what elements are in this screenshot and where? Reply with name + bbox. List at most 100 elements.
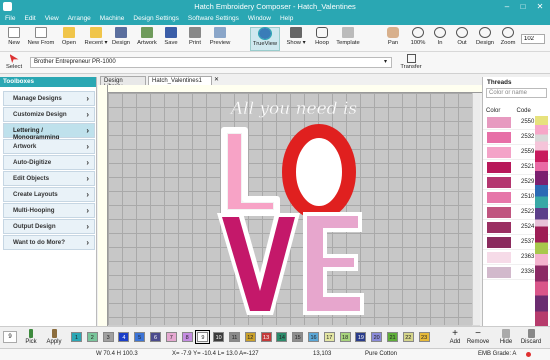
thread-swatch	[487, 206, 511, 218]
recent-button[interactable]: Recent ▾	[82, 27, 110, 51]
save-icon	[165, 27, 177, 38]
thread-swatch	[487, 251, 511, 263]
color-chip[interactable]: 2	[86, 332, 98, 342]
color-chip[interactable]: 16	[308, 332, 319, 342]
toolbox-edit-objects[interactable]: › Edit Objects	[3, 171, 95, 186]
maximize-icon[interactable]: □	[516, 1, 530, 12]
artwork-button[interactable]: Artwork	[134, 27, 160, 51]
remove-button[interactable]: − Remove	[466, 328, 490, 346]
eye-icon	[258, 27, 272, 40]
thread-code: 2363	[521, 254, 535, 260]
toolbox-auto-digitize[interactable]: › Auto-Digitize	[3, 155, 95, 170]
script-text: All you need is	[229, 99, 358, 119]
menu-machine[interactable]: Machine	[95, 13, 129, 22]
zoom-input[interactable]	[521, 34, 545, 44]
machine-select[interactable]: Brother Entrepreneur PR-1000	[30, 57, 392, 68]
menu-design-settings[interactable]: Design Settings	[128, 13, 183, 22]
chevron-down-icon[interactable]: ▾	[384, 58, 387, 65]
color-chip[interactable]: 19	[355, 332, 367, 342]
open-button[interactable]: Open	[58, 27, 80, 51]
hide-button[interactable]: Hide	[498, 329, 514, 345]
vertical-scrollbar[interactable]	[472, 93, 480, 325]
chevron-right-icon: ›	[86, 222, 89, 231]
zoom-button[interactable]: Zoom	[498, 27, 518, 51]
thread-code: 2524	[521, 224, 535, 230]
new-button[interactable]: New	[4, 27, 24, 51]
menu-software-settings[interactable]: Software Settings	[183, 13, 243, 22]
toolbox-output-design[interactable]: › Output Design	[3, 219, 95, 234]
color-chip[interactable]: 12	[244, 332, 256, 342]
color-chip[interactable]: 6	[150, 332, 161, 342]
color-chip[interactable]: 11	[229, 332, 240, 342]
color-chip[interactable]: 14	[276, 332, 288, 342]
save-button[interactable]: Save	[161, 27, 181, 51]
color-chip[interactable]: 23	[418, 332, 430, 342]
color-chip[interactable]: 3	[102, 332, 114, 342]
toolbox-lettering-monogramming[interactable]: › Lettering / Monogramming	[3, 123, 95, 141]
preview-button[interactable]: Preview	[206, 27, 234, 51]
print-button[interactable]: Print	[185, 27, 205, 51]
design-button[interactable]: Design	[110, 27, 132, 51]
tab-hatch-valentines[interactable]: Hatch_Valentines1	[148, 76, 212, 85]
toolbox-manage-designs[interactable]: › Manage Designs	[3, 91, 95, 106]
pick-button[interactable]: Pick	[23, 329, 39, 345]
color-chip[interactable]: 9	[195, 330, 211, 344]
toolbox-create-layouts[interactable]: › Create Layouts	[3, 187, 95, 202]
thread-swatch	[487, 131, 511, 143]
color-chip[interactable]: 1	[71, 332, 82, 342]
menu-window[interactable]: Window	[243, 13, 275, 22]
menu-file[interactable]: File	[0, 13, 19, 22]
menu-view[interactable]: View	[40, 13, 63, 22]
menu-help[interactable]: Help	[275, 13, 297, 22]
close-tab-icon[interactable]: ✕	[214, 76, 219, 83]
color-chip[interactable]: 8	[181, 332, 193, 342]
color-chip[interactable]: 18	[339, 332, 351, 342]
zoom-design-icon	[479, 27, 491, 38]
apply-button[interactable]: Apply	[44, 329, 64, 345]
pan-button[interactable]: Pan	[384, 27, 402, 51]
embroidery-design[interactable]: All you need is	[215, 95, 373, 325]
toolbox-customize-design[interactable]: › Customize Design	[3, 107, 95, 122]
thread-code: 2537	[521, 239, 535, 245]
zoom-100-button[interactable]: 100%	[408, 27, 428, 51]
color-chip[interactable]: 22	[402, 332, 414, 342]
minimize-icon[interactable]: –	[500, 1, 514, 12]
close-icon[interactable]: ✕	[533, 1, 547, 12]
color-chip[interactable]: 10	[213, 332, 225, 342]
transfer-button[interactable]: Transfer	[398, 54, 424, 70]
template-button[interactable]: Template	[334, 27, 362, 51]
select-tool[interactable]: Select	[3, 54, 25, 73]
color-chip[interactable]: 5	[134, 332, 146, 342]
toolbox-multi-hooping[interactable]: › Multi-Hooping	[3, 203, 95, 218]
color-chip[interactable]: 17	[323, 332, 335, 342]
hoop-icon	[316, 27, 328, 38]
toolbox-want-more[interactable]: › Want to do More?	[3, 235, 95, 250]
new-from-button[interactable]: New From	[26, 27, 56, 51]
color-chip[interactable]: 13	[260, 332, 272, 342]
remove-icon: −	[475, 328, 481, 339]
thread-color-strip[interactable]	[535, 116, 548, 346]
zoom-design-button[interactable]: Design	[474, 27, 496, 51]
color-chip[interactable]: 15	[292, 332, 304, 342]
add-button[interactable]: + Add	[447, 329, 463, 346]
show-button[interactable]: Show ▾	[284, 27, 308, 51]
thread-search-input[interactable]: Color or name	[486, 88, 547, 98]
hide-icon	[502, 329, 510, 338]
color-chip[interactable]: 20	[371, 332, 383, 342]
tab-design-library[interactable]: Design Library	[100, 76, 146, 90]
zoom-in-button[interactable]: In	[432, 27, 448, 51]
zoom-out-button[interactable]: Out	[454, 27, 470, 51]
menu-edit[interactable]: Edit	[19, 13, 39, 22]
chevron-right-icon: ›	[86, 94, 89, 103]
trueview-button[interactable]: TrueView	[250, 27, 280, 51]
hoop-button[interactable]: Hoop	[312, 27, 332, 51]
thread-swatch	[487, 266, 511, 278]
color-chip[interactable]: 4	[118, 332, 130, 342]
color-chip[interactable]: 7	[165, 332, 177, 342]
toolbox-artwork[interactable]: › Artwork	[3, 139, 95, 154]
menu-arrange[interactable]: Arrange	[63, 13, 95, 22]
col-code: Code	[516, 108, 531, 114]
color-chip[interactable]: 21	[387, 332, 398, 342]
color-count[interactable]: 9	[3, 331, 17, 343]
discard-button[interactable]: Discard	[518, 329, 544, 345]
